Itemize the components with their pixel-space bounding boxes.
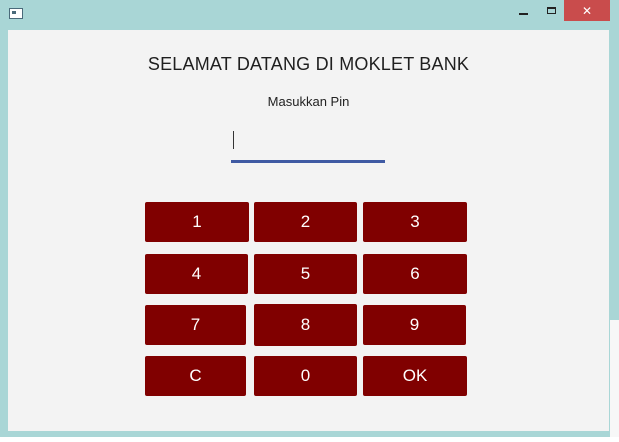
keypad-0-button[interactable]: 0: [254, 356, 357, 396]
page-title: SELAMAT DATANG DI MOKLET BANK: [147, 54, 470, 74]
maximize-button[interactable]: [537, 0, 565, 21]
keypad-3-button[interactable]: 3: [363, 202, 467, 242]
pin-label: Masukkan Pin: [267, 94, 350, 109]
text-caret: [233, 131, 234, 149]
keypad-1-button[interactable]: 1: [145, 202, 249, 242]
close-button[interactable]: ✕: [564, 0, 610, 21]
close-icon: ✕: [581, 3, 593, 18]
keypad-6-button[interactable]: 6: [363, 254, 467, 294]
keypad-2-button[interactable]: 2: [254, 202, 357, 242]
keypad-4-button[interactable]: 4: [145, 254, 248, 294]
pin-input[interactable]: [231, 127, 385, 163]
keypad-7-button[interactable]: 7: [145, 305, 246, 345]
background-strip: [0, 437, 619, 442]
title-bar[interactable]: ✕: [0, 0, 619, 30]
maximize-icon: [546, 7, 556, 14]
keypad-9-button[interactable]: 9: [363, 305, 466, 345]
window-icon: [9, 8, 23, 19]
minimize-icon: [518, 12, 528, 15]
ok-button[interactable]: OK: [363, 356, 467, 396]
minimize-button[interactable]: [508, 0, 538, 21]
clear-button[interactable]: C: [145, 356, 246, 396]
app-window: ✕ SELAMAT DATANG DI MOKLET BANK Masukkan…: [0, 0, 619, 437]
keypad-5-button[interactable]: 5: [254, 254, 357, 294]
keypad-8-button[interactable]: 8: [254, 304, 357, 346]
main-panel: SELAMAT DATANG DI MOKLET BANK Masukkan P…: [8, 30, 609, 431]
background-window-edge: [610, 320, 619, 437]
